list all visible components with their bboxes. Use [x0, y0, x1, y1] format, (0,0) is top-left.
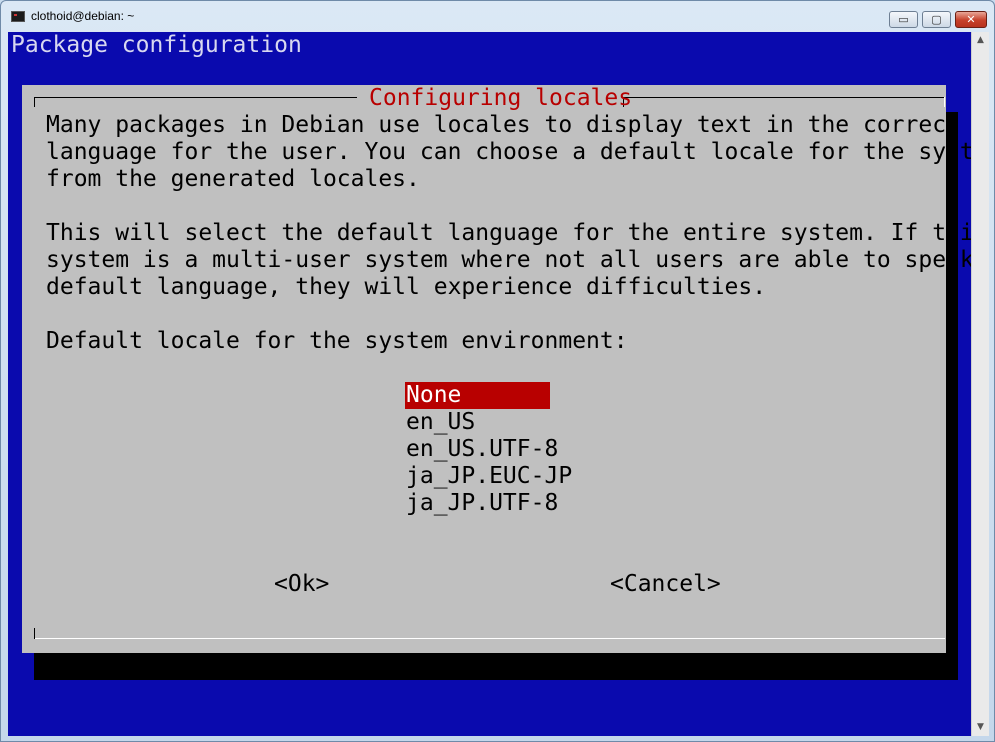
minimize-button[interactable]: ▭ [889, 11, 918, 28]
dialog-frame-bottom [34, 628, 945, 639]
close-button[interactable]: ✕ [955, 11, 987, 28]
terminal-window: clothoid@debian: ~ ▭ ▢ ✕ Package configu… [0, 0, 995, 742]
scroll-up-arrow-icon[interactable]: ▲ [972, 32, 989, 49]
locale-option-ja-jp-euc-jp[interactable]: ja_JP.EUC-JP [405, 463, 572, 490]
window-title: clothoid@debian: ~ [31, 9, 135, 23]
locale-option-ja-jp-utf8[interactable]: ja_JP.UTF-8 [405, 490, 558, 517]
dialog-frame-top-right [623, 97, 945, 107]
package-configuration-header: Package configuration [11, 32, 302, 58]
maximize-button[interactable]: ▢ [922, 11, 951, 28]
title-bar[interactable]: clothoid@debian: ~ ▭ ▢ ✕ [1, 1, 994, 31]
locale-dialog: Configuring locales Many packages in Deb… [22, 85, 971, 653]
dialog-title: Configuring locales [369, 85, 633, 111]
cancel-button[interactable]: <Cancel> [610, 571, 721, 598]
locale-option-en-us-utf8[interactable]: en_US.UTF-8 [405, 436, 558, 463]
description-paragraph-2: This will select the default language fo… [46, 220, 971, 300]
locale-list[interactable]: None en_US en_US.UTF-8 ja_JP.EUC-JP ja_J… [405, 382, 572, 517]
description-paragraph-1: Many packages in Debian use locales to d… [46, 112, 971, 192]
dialog-frame-top-left [34, 97, 357, 107]
locale-option-none[interactable]: None [405, 382, 550, 409]
ok-button[interactable]: <Ok> [274, 571, 329, 598]
locale-option-en-us[interactable]: en_US [405, 409, 550, 436]
scroll-down-arrow-icon[interactable]: ▼ [972, 719, 989, 736]
locale-prompt: Default locale for the system environmen… [46, 328, 628, 354]
terminal-icon[interactable] [11, 11, 25, 22]
terminal-screen[interactable]: Package configuration Configuring locale… [8, 32, 971, 736]
vertical-scrollbar[interactable]: ▲ ▼ [971, 32, 989, 736]
